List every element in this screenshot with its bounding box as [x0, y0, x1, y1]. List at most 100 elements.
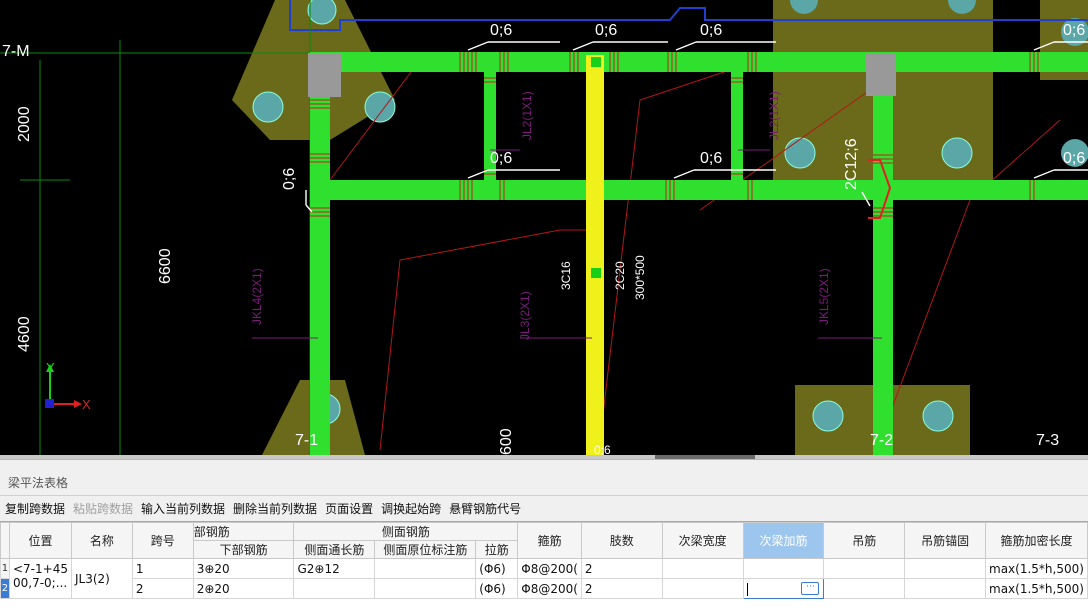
header-tie[interactable]: 拉筋 — [475, 540, 519, 559]
copy-span-button[interactable]: 复制跨数据 — [0, 500, 68, 517]
header-rownum — [0, 522, 10, 559]
rebar-annotation-bottom: 0;6 — [594, 443, 611, 455]
grid-label-7-3: 7-3 — [1036, 432, 1060, 449]
column — [308, 53, 341, 97]
grid-label-7m: 7-M — [2, 43, 30, 60]
header-secondary-width[interactable]: 次梁宽度 — [661, 522, 744, 559]
rebar-annotation-left: 0;6 — [281, 167, 298, 190]
page-setup-button[interactable]: 页面设置 — [320, 500, 376, 517]
cell-bottom-rebar[interactable]: 3⊕20 — [192, 558, 295, 579]
header-bottom-group[interactable]: 部钢筋 — [192, 522, 295, 541]
rebar-annotation: 0;6 — [490, 22, 513, 39]
dimension-2000: 2000 — [16, 106, 33, 142]
rebar-annotation: 0;6 — [700, 150, 723, 167]
pile — [922, 400, 954, 432]
cell-name[interactable]: JL3(2) — [70, 558, 133, 599]
paste-span-button[interactable]: 粘贴跨数据 — [68, 500, 136, 517]
header-name[interactable]: 名称 — [70, 522, 133, 559]
dimension-600: 600 — [498, 428, 515, 455]
beam-middle — [310, 180, 1088, 200]
cell-secondary-add[interactable] — [742, 558, 825, 579]
beam-left-vertical — [310, 70, 330, 455]
pile — [364, 91, 396, 123]
header-bottom-rebar[interactable]: 下部钢筋 — [192, 540, 295, 559]
table-row[interactable]: 2 2 2⊕20 (Φ6) Φ8@200( 2 ··· max(1.5*h,50… — [0, 578, 1088, 599]
beam-label-jkl5: JKL5(2X1) — [817, 268, 831, 325]
axis-x-label: X — [82, 397, 91, 412]
pile — [812, 400, 844, 432]
swap-start-span-button[interactable]: 调换起始跨 — [376, 500, 444, 517]
header-side-orig[interactable]: 侧面原位标注筋 — [374, 540, 477, 559]
panel-toolbar: 复制跨数据 粘贴跨数据 输入当前列数据 删除当前列数据 页面设置 调换起始跨 悬… — [0, 496, 1088, 520]
cell-legs[interactable]: 2 — [580, 558, 663, 579]
cell-stirrup[interactable]: Φ8@200( — [517, 558, 582, 579]
header-stirrup[interactable]: 箍筋 — [517, 522, 582, 559]
panel-title: 梁平法表格 — [8, 476, 69, 490]
rebar-annotation-3c16: 3C16 — [559, 261, 573, 290]
row-number[interactable]: 2 — [0, 578, 10, 599]
header-side-group[interactable]: 侧面钢筋 — [293, 522, 519, 541]
rebar-annotation: 0;6 — [490, 150, 513, 167]
grid-label-7-2: 7-2 — [870, 432, 894, 449]
cad-viewport[interactable]: 7-M 7-1 7-2 7-3 2000 6600 4600 600 0;6 0… — [0, 0, 1088, 455]
beam-selected — [586, 55, 604, 455]
cell-hanger-anchor[interactable] — [904, 558, 986, 579]
beam-label-jl2-2: JL2(1X1) — [767, 91, 781, 140]
cell-tie[interactable]: (Φ6) — [475, 578, 519, 599]
cell-hanger[interactable] — [823, 558, 906, 579]
panel-title-bar: 梁平法表格 — [0, 460, 1088, 496]
beam-size-annotation: 300*500 — [633, 255, 647, 300]
beam-table-panel: 梁平法表格 复制跨数据 粘贴跨数据 输入当前列数据 删除当前列数据 页面设置 调… — [0, 459, 1088, 613]
cell-tie[interactable]: (Φ6) — [475, 558, 519, 579]
beam-label-jl2-1: JL2(1X1) — [520, 91, 534, 140]
header-span-no[interactable]: 跨号 — [131, 522, 194, 559]
beam-label-jkl4: JKL4(2X1) — [250, 268, 264, 325]
pile — [784, 137, 816, 169]
rebar-annotation: 0;6 — [1063, 22, 1086, 39]
pile — [941, 137, 973, 169]
pile — [307, 0, 337, 25]
cell-bottom-rebar[interactable]: 2⊕20 — [192, 578, 295, 599]
rebar-annotation-2c12: 2C12;6 — [843, 138, 860, 190]
cell-secondary-width[interactable] — [661, 558, 744, 579]
ellipsis-button[interactable]: ··· — [801, 582, 820, 595]
header-position[interactable]: 位置 — [8, 522, 72, 559]
beam-top — [310, 52, 1088, 72]
header-legs[interactable]: 肢数 — [580, 522, 663, 559]
cell-position-line1: <7-1+45 — [12, 562, 68, 576]
header-stirrup-dense-length[interactable]: 箍筋加密长度 — [985, 522, 1088, 559]
cell-span-no[interactable]: 1 — [131, 558, 194, 579]
beam-jl2-2 — [731, 70, 743, 182]
header-secondary-add[interactable]: 次梁加筋 — [742, 522, 825, 559]
rebar-annotation: 0;6 — [595, 22, 618, 39]
cell-hanger-anchor[interactable] — [904, 578, 986, 599]
cell-secondary-add-editing[interactable]: ··· — [742, 578, 825, 599]
cell-side-orig[interactable] — [374, 558, 477, 579]
table-row[interactable]: 1 <7-1+45 00,7-0;... JL3(2) 1 3⊕20 G2⊕12… — [0, 558, 1088, 599]
cell-position[interactable]: <7-1+45 00,7-0;... — [8, 558, 72, 599]
header-hanger[interactable]: 吊筋 — [823, 522, 906, 559]
header-side-long[interactable]: 侧面通长筋 — [293, 540, 376, 559]
cell-stirrup-dense-length[interactable]: max(1.5*h,500) — [985, 578, 1088, 599]
rebar-annotation: 0;6 — [700, 22, 723, 39]
cell-hanger[interactable] — [823, 578, 906, 599]
delete-column-button[interactable]: 删除当前列数据 — [228, 500, 320, 517]
cell-side-orig[interactable] — [374, 578, 477, 599]
row-number[interactable]: 1 — [0, 558, 10, 579]
cell-side-long[interactable] — [293, 578, 376, 599]
text-cursor — [746, 582, 748, 596]
beam-right-vertical — [873, 80, 893, 455]
column — [866, 54, 896, 96]
beam-table: 位置 名称 跨号 部钢筋 侧面钢筋 箍筋 肢数 次梁宽度 次梁加筋 吊筋 吊筋锚… — [0, 521, 1088, 613]
axis-y-label: Y — [46, 360, 55, 375]
header-hanger-anchor[interactable]: 吊筋锚固 — [904, 522, 986, 559]
cell-secondary-width[interactable] — [661, 578, 744, 599]
cell-stirrup[interactable]: Φ8@200( — [517, 578, 582, 599]
input-column-button[interactable]: 输入当前列数据 — [136, 500, 228, 517]
cell-position-line2: 00,7-0;... — [12, 576, 68, 590]
cell-legs[interactable]: 2 — [580, 578, 663, 599]
cantilever-code-button[interactable]: 悬臂钢筋代号 — [444, 500, 524, 517]
cell-stirrup-dense-length[interactable]: max(1.5*h,500) — [985, 558, 1088, 579]
cell-side-long[interactable]: G2⊕12 — [293, 558, 376, 579]
cell-span-no[interactable]: 2 — [131, 578, 194, 599]
